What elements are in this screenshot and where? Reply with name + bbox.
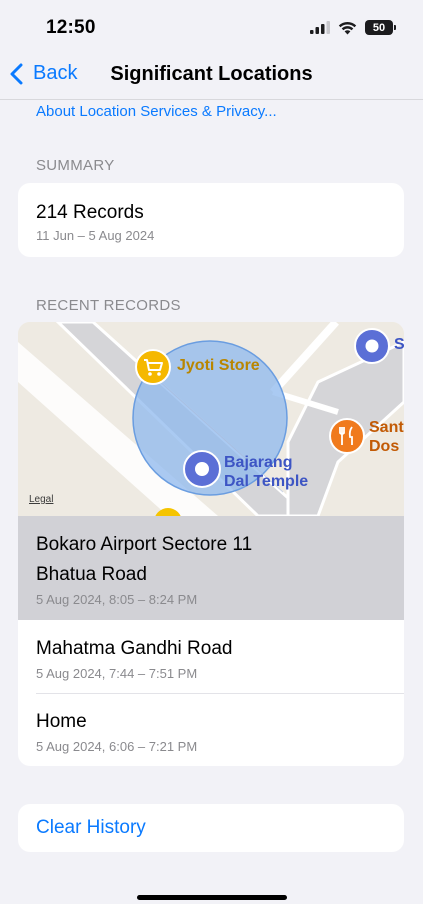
record-title-line1: Bokaro Airport Sectore 11 bbox=[36, 534, 253, 555]
recent-records-header: RECENT RECORDS bbox=[36, 297, 181, 314]
place-dot-icon bbox=[183, 450, 221, 488]
poi-label: S bbox=[394, 336, 404, 353]
battery-icon: 50 bbox=[365, 20, 396, 35]
record-row[interactable]: Home 5 Aug 2024, 6:06 – 7:21 PM bbox=[18, 694, 404, 766]
record-title: Mahatma Gandhi Road bbox=[36, 638, 233, 659]
cart-icon bbox=[135, 349, 171, 385]
records-date-range: 11 Jun – 5 Aug 2024 bbox=[36, 228, 155, 243]
fork-knife-icon bbox=[329, 418, 365, 454]
summary-header: SUMMARY bbox=[36, 157, 115, 174]
poi-label-line2: Dal Temple bbox=[224, 473, 309, 490]
clear-history-label: Clear History bbox=[36, 817, 146, 838]
map-view[interactable]: Jyoti Store Bajarang Dal Temple Sant Dos bbox=[18, 322, 404, 516]
record-time: 5 Aug 2024, 8:05 – 8:24 PM bbox=[36, 592, 198, 607]
record-title: Home bbox=[36, 711, 87, 732]
place-dot-icon bbox=[354, 328, 390, 364]
recent-records-card: Jyoti Store Bajarang Dal Temple Sant Dos bbox=[18, 322, 404, 766]
poi-label-line2: Dos bbox=[369, 438, 400, 455]
about-location-privacy-link[interactable]: About Location Services & Privacy... bbox=[36, 103, 277, 120]
page-title: Significant Locations bbox=[110, 63, 313, 85]
map-legal-link[interactable]: Legal bbox=[29, 494, 53, 505]
summary-card[interactable]: 214 Records 11 Jun – 5 Aug 2024 bbox=[18, 183, 404, 257]
status-time: 12:50 bbox=[46, 17, 96, 38]
clear-history-button[interactable]: Clear History bbox=[18, 804, 404, 852]
poi-label-line1: Sant bbox=[369, 419, 404, 436]
record-title-line2: Bhatua Road bbox=[36, 564, 147, 585]
record-time: 5 Aug 2024, 6:06 – 7:21 PM bbox=[36, 739, 198, 754]
signal-icon bbox=[310, 21, 330, 34]
record-time: 5 Aug 2024, 7:44 – 7:51 PM bbox=[36, 666, 198, 681]
status-icons: 50 bbox=[310, 20, 396, 35]
poi-label: Jyoti Store bbox=[177, 357, 260, 374]
status-bar: 12:50 50 bbox=[0, 0, 423, 56]
record-row[interactable]: Mahatma Gandhi Road 5 Aug 2024, 7:44 – 7… bbox=[18, 620, 404, 693]
navigation-bar: Back Significant Locations bbox=[0, 56, 423, 100]
poi-label-line1: Bajarang bbox=[224, 454, 293, 471]
record-row-selected[interactable]: Bokaro Airport Sectore 11 Bhatua Road 5 … bbox=[18, 516, 404, 620]
records-count: 214 Records bbox=[36, 202, 144, 223]
wifi-icon bbox=[338, 21, 357, 34]
battery-level: 50 bbox=[372, 21, 386, 34]
home-indicator[interactable] bbox=[137, 895, 287, 900]
